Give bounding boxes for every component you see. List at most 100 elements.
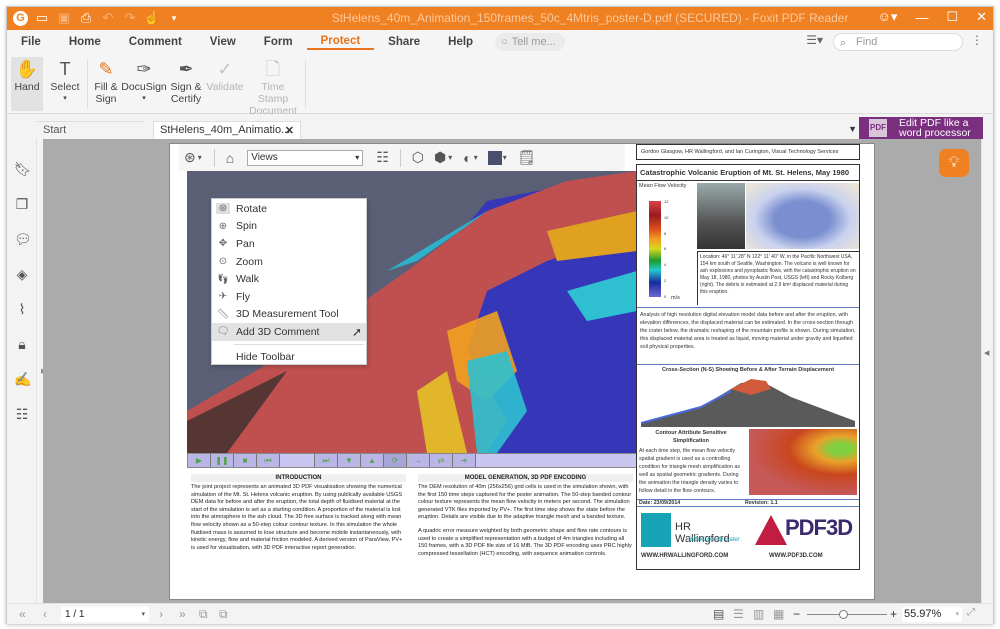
chevron-down-icon[interactable]: ▾ [503, 153, 507, 162]
continuous-view-icon[interactable]: ☰ [733, 607, 744, 621]
stop-button[interactable]: ■ [234, 454, 257, 467]
next-button[interactable]: ➔ [453, 454, 476, 467]
edit-pdf-promo-button[interactable]: PDF Edit PDF like a word processor [859, 117, 983, 139]
menu-form[interactable]: Form [250, 36, 307, 48]
collapse-panel-icon: ◀ [984, 350, 990, 357]
hand-button[interactable]: ✋ Hand [11, 57, 43, 111]
last-page-button[interactable]: » [179, 607, 186, 621]
chevron-down-icon: ▾ [355, 152, 360, 162]
attachments-icon[interactable]: ⌇ [14, 301, 30, 317]
minimize-button[interactable]: — [915, 10, 928, 25]
views-dropdown[interactable]: Views ▾ [247, 149, 364, 166]
rotate-tool-icon[interactable]: ⊛ [184, 149, 196, 166]
first-page-button[interactable]: « [19, 607, 26, 621]
menu-file[interactable]: File [7, 36, 55, 48]
menu-help[interactable]: Help [434, 36, 487, 48]
comment-3d-icon[interactable]: 🗒︎ [518, 149, 536, 166]
step-down-button[interactable]: ▼ [338, 454, 361, 467]
continuous-facing-view-icon[interactable]: ▦ [773, 607, 784, 621]
previous-view-icon[interactable]: ⧉ [199, 607, 208, 622]
menu-item-pan[interactable]: ✥ Pan [212, 235, 366, 253]
add-comment-icon: 🗨︎ [216, 326, 230, 338]
chevron-down-icon[interactable]: ▾ [448, 153, 452, 162]
menu-item-spin[interactable]: ⊕ Spin [212, 218, 366, 236]
docusign-button[interactable]: ✑ DocuSign ▾ [121, 57, 167, 105]
fullscreen-icon[interactable]: ⤢ [967, 607, 975, 618]
comments-icon[interactable]: 💬︎ [14, 231, 32, 247]
pdf3d-url-link[interactable]: WWW.PDF3D.COM [769, 553, 823, 559]
structure-icon[interactable]: ☷ [14, 406, 30, 422]
menu-item-add-3d-comment[interactable]: 🗨︎ Add 3D Comment ➚ [212, 323, 366, 341]
projection-icon[interactable]: ⬢ [434, 149, 446, 166]
loop-button[interactable]: ⟳ [384, 454, 407, 467]
select-text-icon: T [59, 59, 71, 79]
menu-view[interactable]: View [196, 36, 250, 48]
zoom-level-input[interactable]: 55.97% ▾ [902, 607, 962, 622]
single-page-view-icon[interactable]: ▤ [713, 607, 724, 621]
validate-button[interactable]: ✓ Validate [206, 57, 243, 93]
more-options-icon[interactable]: ⋮ [971, 33, 983, 47]
maximize-button[interactable]: ☐ [946, 9, 958, 25]
pages-icon[interactable]: ❐ [14, 196, 30, 212]
menu-share[interactable]: Share [374, 36, 434, 48]
zoom-slider[interactable] [807, 610, 887, 619]
bounce-button[interactable]: ⇄ [430, 454, 453, 467]
facing-view-icon[interactable]: ▥ [753, 607, 764, 621]
layers-icon[interactable]: ◈ [14, 266, 30, 282]
bookmark-icon[interactable]: 🔖︎ [14, 161, 32, 177]
sign-certify-button[interactable]: ✒ Sign & Certify [167, 57, 205, 105]
pdf-editor-icon: PDF [869, 119, 887, 137]
lighting-icon[interactable]: ◐ [463, 150, 471, 166]
render-mode-icon[interactable]: ⬡ [412, 149, 424, 166]
select-button[interactable]: T Select ▾ [47, 57, 83, 105]
last-frame-button[interactable]: ⏭ [315, 454, 338, 467]
right-panel-toggle[interactable]: ◀ [981, 139, 993, 603]
next-view-icon[interactable]: ⧉ [219, 607, 228, 622]
time-stamp-button[interactable]: 🗋 Time Stamp Document [247, 57, 299, 117]
signature-icon[interactable]: ✍ [14, 371, 31, 387]
first-frame-button[interactable]: ⏮ [257, 454, 280, 467]
close-button[interactable]: ✕ [976, 9, 987, 25]
security-icon[interactable]: 🔒︎ [14, 336, 30, 352]
contour-title: Contour Attribute Sensitive Simplificati… [655, 430, 727, 444]
step-up-button[interactable]: ▲ [361, 454, 384, 467]
tips-lightbulb-button[interactable]: 💡︎ [939, 149, 969, 177]
menu-home[interactable]: Home [55, 36, 115, 48]
menu-item-fly[interactable]: ✈ Fly [212, 288, 366, 306]
3d-viewer[interactable]: ⊛ Rotate ⊕ Spin ✥ Pan ⊙ Zoom 👣︎ Walk ✈ Fly 📏︎ 3… [187, 171, 637, 453]
date-revision-row: Date: 23/09/2014 Revision: 1.1 [637, 499, 859, 507]
menu-item-rotate[interactable]: ⊛ Rotate [212, 200, 366, 218]
tab-start[interactable]: Start [37, 121, 145, 139]
forward-button[interactable]: → [407, 454, 430, 467]
find-input[interactable]: ⌕ Find [833, 33, 963, 51]
tell-me-input[interactable]: ○ Tell me... [495, 33, 566, 51]
time-stamp-icon: 🗋 [265, 59, 281, 79]
play-button[interactable]: ▶ [188, 454, 211, 467]
menu-item-hide-toolbar[interactable]: Hide Toolbar [212, 348, 366, 366]
chevron-down-icon[interactable]: ▾ [198, 153, 202, 162]
tab-list-dropdown-icon[interactable]: ▼ [848, 124, 857, 134]
zoom-out-button[interactable]: − [793, 607, 800, 621]
menu-protect[interactable]: Protect [306, 35, 375, 50]
chevron-down-icon[interactable]: ▾ [474, 153, 478, 162]
menu-item-zoom[interactable]: ⊙ Zoom [212, 253, 366, 271]
zoom-in-button[interactable]: + [890, 607, 897, 621]
search-options-icon[interactable]: ☰▾ [806, 33, 823, 47]
close-tab-icon[interactable]: ✕ [285, 124, 294, 137]
home-view-icon[interactable]: ⌂ [226, 150, 234, 166]
account-icon[interactable]: ☺▾ [878, 9, 898, 25]
menu-comment[interactable]: Comment [115, 36, 196, 48]
fill-sign-button[interactable]: ✎ Fill & Sign [91, 57, 121, 105]
background-color-swatch[interactable] [487, 150, 502, 165]
next-page-button[interactable]: › [159, 607, 163, 621]
page-number-input[interactable]: 1 / 1 ▾ [61, 607, 149, 622]
menu-item-3d-measurement[interactable]: 📏︎ 3D Measurement Tool [212, 306, 366, 324]
tab-document[interactable]: StHelens_40m_Animatio... ✕ [153, 121, 301, 139]
hrw-url-link[interactable]: WWW.HRWALLINGFORD.COM [641, 553, 728, 559]
previous-page-button[interactable]: ‹ [43, 607, 47, 621]
chevron-down-icon: ▾ [142, 95, 146, 102]
zoom-slider-knob[interactable] [839, 610, 848, 619]
pause-button[interactable]: ❚❚ [211, 454, 234, 467]
model-tree-icon[interactable]: ☷ [376, 149, 389, 166]
menu-item-walk[interactable]: 👣︎ Walk [212, 270, 366, 288]
